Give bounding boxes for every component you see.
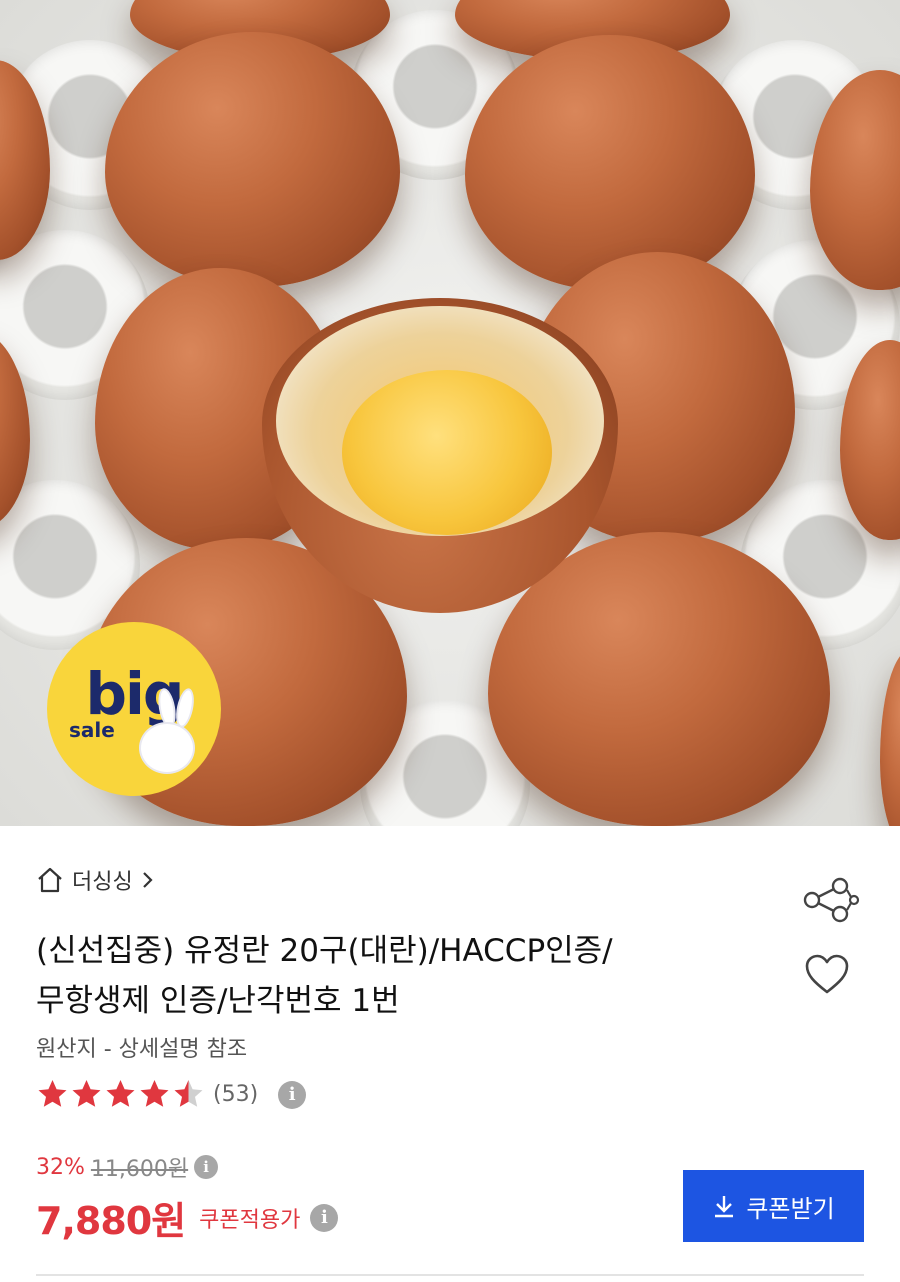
product-title-line2: 무항생제 인증/난각번호 1번	[36, 983, 400, 1019]
original-price: 11,600원	[90, 1157, 189, 1182]
seller-name: 더싱싱	[72, 870, 133, 895]
rating-info-icon[interactable]: i	[278, 1080, 307, 1109]
discount-line: 32% 11,600원 i	[36, 1151, 219, 1183]
product-image[interactable]: big sale	[0, 0, 900, 826]
home-icon	[38, 867, 62, 893]
cracked-egg	[262, 278, 618, 613]
egg	[465, 35, 755, 290]
star-icon	[72, 1080, 101, 1107]
price-line: 7,880원 쿠폰적용가 i	[36, 1190, 339, 1245]
download-icon	[715, 1196, 734, 1218]
product-title: (신선집중) 유정란 20구(대란)/HACCP인증/ 무항생제 인증/난각번호…	[36, 926, 736, 1026]
badge-sale-text: sale	[69, 718, 115, 742]
bunny-icon	[139, 722, 195, 774]
review-count[interactable]: (53)	[213, 1082, 258, 1107]
seller-link[interactable]: 더싱싱	[36, 864, 155, 896]
coupon-price-label: 쿠폰적용가	[199, 1207, 301, 1233]
egg-yolk	[342, 370, 552, 535]
big-sale-badge: big sale	[47, 622, 221, 796]
discount-percent: 32%	[36, 1154, 85, 1180]
chevron-right-icon	[142, 872, 153, 888]
product-origin: 원산지 - 상세설명 참조	[36, 1037, 248, 1062]
rating-stars	[36, 1078, 205, 1111]
price-info-icon[interactable]: i	[194, 1155, 219, 1179]
get-coupon-button[interactable]: 쿠폰받기	[683, 1170, 864, 1242]
rating-row[interactable]: (53) i	[36, 1078, 307, 1111]
coupon-info-icon[interactable]: i	[310, 1203, 339, 1232]
product-title-line1: (신선집중) 유정란 20구(대란)/HACCP인증/	[36, 933, 613, 969]
star-icon	[174, 1080, 203, 1107]
get-coupon-label: 쿠폰받기	[746, 1194, 835, 1223]
sale-price: 7,880원	[36, 1199, 186, 1243]
egg	[880, 650, 900, 826]
divider	[36, 1274, 864, 1276]
heart-icon[interactable]	[804, 953, 850, 995]
star-icon	[106, 1080, 135, 1107]
star-icon	[38, 1080, 67, 1107]
star-icon	[140, 1080, 169, 1107]
share-icon[interactable]	[802, 876, 860, 924]
